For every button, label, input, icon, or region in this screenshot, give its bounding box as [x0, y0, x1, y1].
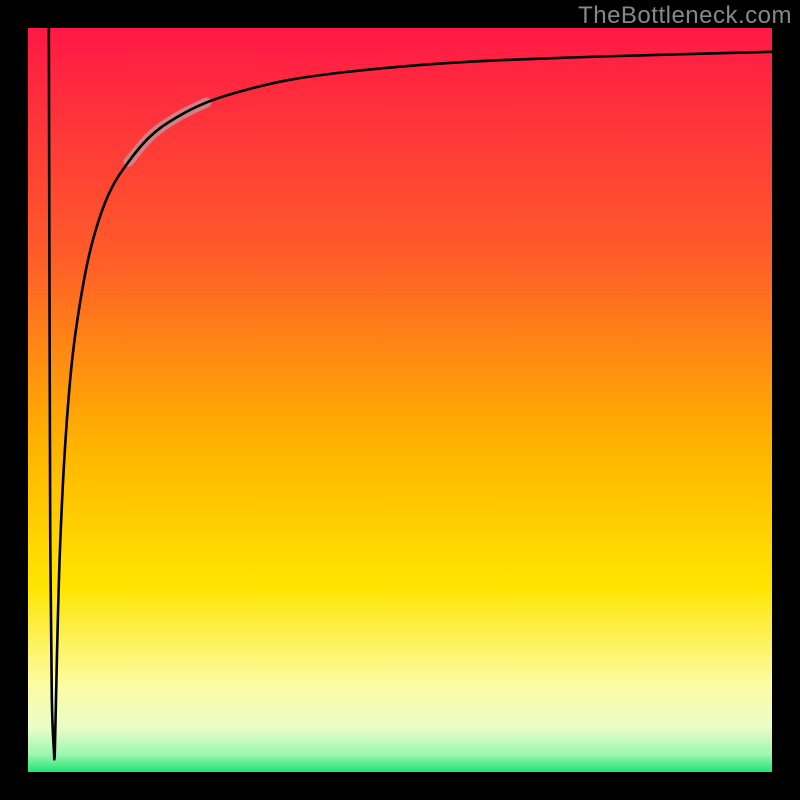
watermark-text: TheBottleneck.com	[578, 2, 792, 30]
frame-right	[772, 0, 800, 800]
chart-container: { "watermark": "TheBottleneck.com", "cha…	[0, 0, 800, 800]
plot-background	[27, 27, 773, 773]
frame-bottom	[0, 772, 800, 800]
frame-left	[0, 0, 28, 800]
bottleneck-chart	[0, 0, 800, 800]
